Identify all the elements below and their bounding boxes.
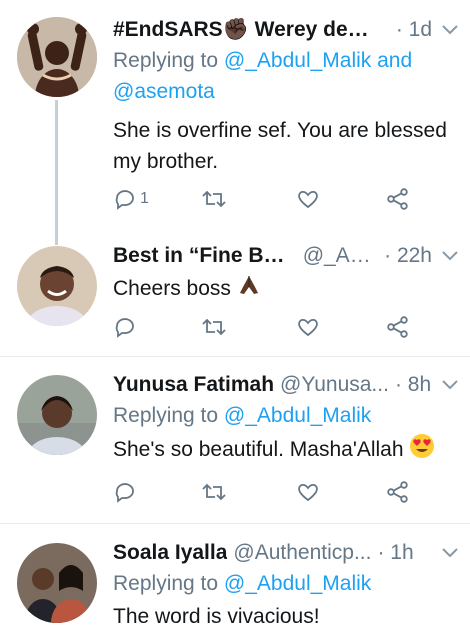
tweet-2[interactable]: Best in “Fine Boy” @_Ab... · 22h Cheers … (0, 230, 470, 355)
heart-icon (298, 190, 318, 209)
praying-hands-icon (237, 273, 261, 306)
mention-link[interactable]: @_Abdul_Malik and (224, 49, 412, 72)
mention-link[interactable]: @_Abdul_Malik (224, 572, 371, 595)
author-name[interactable]: Best in “Fine Boy” (113, 241, 297, 271)
share-button[interactable] (386, 311, 410, 343)
author-handle[interactable]: @Authenticp... (233, 538, 371, 568)
replying-to: Replying to @_Abdul_Malik and (113, 49, 413, 72)
share-icon (387, 316, 408, 338)
tweet-1[interactable]: #EndSARS✊🏿 Werey dey ... · 1d Replying t… (0, 0, 470, 230)
timestamp[interactable]: · 8h (395, 370, 431, 400)
heart-icon (298, 483, 318, 502)
retweet-icon (202, 190, 226, 208)
timestamp[interactable]: · 22h (384, 241, 432, 271)
chevron-down-icon[interactable] (432, 251, 458, 261)
author-name[interactable]: Soala Iyalla (113, 538, 227, 568)
chevron-down-icon[interactable] (432, 380, 458, 390)
chevron-down-icon[interactable] (432, 548, 458, 558)
reply-icon (115, 318, 134, 338)
tweet-text: The word is vivacious! (113, 605, 320, 628)
tweet-text: my brother. (113, 150, 219, 173)
chevron-down-icon[interactable] (432, 25, 458, 35)
like-button[interactable] (296, 311, 320, 343)
avatar[interactable] (17, 375, 97, 455)
author-name[interactable]: #EndSARS✊🏿 Werey dey ... (113, 15, 378, 45)
tweet-4[interactable]: Soala Iyalla @Authenticp... · 1h Replyin… (0, 524, 470, 629)
replying-to: Replying to @_Abdul_Malik (113, 404, 372, 427)
share-button[interactable] (386, 476, 410, 508)
mention-link[interactable]: @_Abdul_Malik (224, 404, 371, 427)
author-handle[interactable]: @_Ab... (303, 241, 378, 271)
reply-button[interactable] (113, 311, 137, 343)
tweet-text: She's so beautiful. Masha'Allah (113, 433, 458, 468)
action-bar: 1 (113, 183, 413, 215)
reply-icon (115, 483, 134, 503)
timestamp[interactable]: · 1d (396, 15, 432, 45)
tweet-text: Cheers boss (113, 273, 458, 306)
reply-count: 1 (140, 190, 149, 207)
retweet-button[interactable] (201, 476, 227, 508)
retweet-button[interactable] (201, 311, 227, 343)
action-bar (113, 311, 413, 343)
avatar[interactable] (17, 17, 97, 97)
reply-button[interactable] (113, 476, 137, 508)
heart-icon (298, 318, 318, 337)
share-icon (387, 481, 408, 503)
share-icon (387, 188, 408, 210)
mention-link[interactable]: @asemota (113, 80, 215, 103)
thread-line (55, 100, 58, 230)
like-button[interactable] (296, 183, 320, 215)
share-button[interactable] (386, 183, 410, 215)
reply-icon (115, 190, 134, 210)
avatar[interactable] (17, 246, 97, 326)
tweet-text: She is overfine sef. You are blessed (113, 119, 447, 142)
tweet-3[interactable]: Yunusa Fatimah @Yunusa... · 8h Replying … (0, 357, 470, 523)
retweet-button[interactable] (201, 183, 227, 215)
author-name[interactable]: Yunusa Fatimah (113, 370, 274, 400)
retweet-icon (202, 483, 226, 501)
like-button[interactable] (296, 476, 320, 508)
avatar[interactable] (17, 543, 97, 623)
reply-button[interactable]: 1 (113, 183, 149, 215)
retweet-icon (202, 318, 226, 336)
author-handle[interactable]: @Yunusa... (280, 370, 389, 400)
thread-line (55, 230, 58, 245)
timestamp[interactable]: · 1h (377, 538, 413, 568)
action-bar (113, 476, 413, 508)
heart-eyes-icon (409, 433, 435, 468)
replying-to: Replying to @_Abdul_Malik (113, 572, 372, 595)
